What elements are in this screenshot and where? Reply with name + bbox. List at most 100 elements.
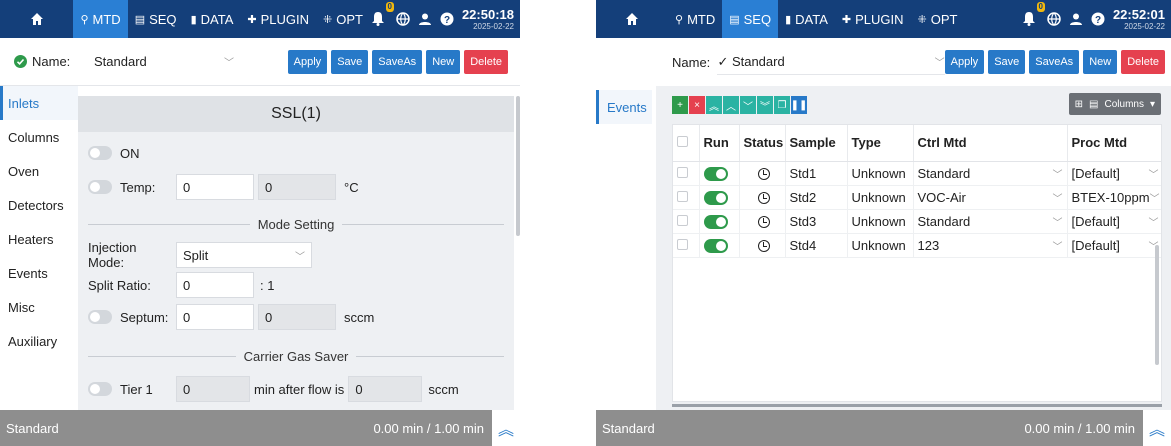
- sidenav-item-inlets[interactable]: Inlets: [0, 86, 78, 120]
- notification-button[interactable]: 0: [1021, 2, 1045, 28]
- notification-badge: 0: [385, 2, 394, 12]
- septum-setpoint-input[interactable]: 0: [176, 304, 254, 330]
- tier1-toggle[interactable]: [88, 382, 112, 396]
- tab-opt[interactable]: ⁜ OPT: [911, 0, 965, 38]
- user-icon[interactable]: [418, 12, 432, 26]
- saveas-button[interactable]: SaveAs: [372, 49, 423, 74]
- row-checkbox[interactable]: [677, 190, 688, 202]
- run-toggle[interactable]: [703, 214, 728, 229]
- ctrl-mtd-select[interactable]: 123 ﹀: [913, 233, 1068, 258]
- copy-row-button[interactable]: ❐: [774, 96, 790, 114]
- apply-button[interactable]: Apply: [287, 49, 328, 74]
- type-cell[interactable]: Unknown: [847, 233, 914, 258]
- sidenav-item-columns[interactable]: Columns: [0, 120, 78, 154]
- table-horizontal-scrollbar[interactable]: [672, 404, 1162, 407]
- move-bottom-button[interactable]: ︾: [757, 96, 773, 114]
- method-actions: Apply Save SaveAs New Delete: [287, 49, 508, 74]
- help-icon[interactable]: ?: [1091, 12, 1105, 26]
- sample-cell[interactable]: Std2: [785, 185, 848, 210]
- split-ratio-input[interactable]: 0: [176, 272, 254, 298]
- table-row[interactable]: Std1 Unknown Standard ﹀ [Default] ﹀: [673, 161, 1161, 186]
- delete-row-button[interactable]: ×: [689, 96, 705, 114]
- ctrl-mtd-select[interactable]: VOC-Air ﹀: [913, 185, 1068, 210]
- sample-cell[interactable]: Std4: [785, 233, 848, 258]
- proc-mtd-select[interactable]: BTEX-10ppm ﹀: [1067, 185, 1161, 210]
- sidenav-item-events[interactable]: Events: [0, 256, 78, 290]
- type-cell[interactable]: Unknown: [847, 185, 914, 210]
- proc-mtd-select[interactable]: [Default] ﹀: [1067, 161, 1161, 186]
- ctrl-mtd-select[interactable]: Standard ﹀: [913, 161, 1068, 186]
- new-button[interactable]: New: [1083, 50, 1118, 74]
- tab-seq[interactable]: ▤ SEQ: [128, 0, 184, 38]
- tab-data[interactable]: ▮ DATA: [184, 0, 241, 38]
- on-toggle[interactable]: [88, 146, 112, 160]
- check-circle-icon: [14, 55, 27, 68]
- sidenav-item-heaters[interactable]: Heaters: [0, 222, 78, 256]
- tab-seq[interactable]: ▤ SEQ: [722, 0, 779, 38]
- proc-mtd-select[interactable]: [Default] ﹀: [1067, 233, 1161, 258]
- method-name-select[interactable]: Standard ﹀: [94, 49, 234, 75]
- sample-cell[interactable]: Std3: [785, 209, 848, 234]
- type-cell[interactable]: Unknown: [847, 209, 914, 234]
- select-all-checkbox[interactable]: [673, 125, 700, 162]
- tab-data[interactable]: ▮ DATA: [778, 0, 835, 38]
- expand-up-button[interactable]: ︽: [492, 410, 520, 446]
- add-row-button[interactable]: +: [672, 96, 688, 114]
- globe-icon[interactable]: [396, 12, 410, 26]
- tab-opt[interactable]: ⁜ OPT: [316, 0, 370, 38]
- home-button[interactable]: [596, 0, 668, 38]
- tab-mtd[interactable]: ⚲ MTD: [668, 0, 722, 38]
- septum-toggle[interactable]: [88, 310, 112, 324]
- chevron-down-icon: ﹀: [1148, 217, 1159, 229]
- sidenav-item-misc[interactable]: Misc: [0, 290, 78, 324]
- move-up-button[interactable]: ︿: [723, 96, 739, 114]
- sidenav-item-oven[interactable]: Oven: [0, 154, 78, 188]
- run-toggle[interactable]: [703, 166, 728, 181]
- injection-mode-select[interactable]: Split ﹀: [176, 242, 312, 268]
- pause-button[interactable]: ❚❚: [791, 96, 807, 114]
- move-down-button[interactable]: ﹀: [740, 96, 756, 114]
- temp-toggle[interactable]: [88, 180, 112, 194]
- ctrl-mtd-select[interactable]: Standard ﹀: [913, 209, 1068, 234]
- proc-mtd-select[interactable]: [Default] ﹀: [1067, 209, 1161, 234]
- save-button[interactable]: Save: [331, 49, 369, 74]
- table-row[interactable]: Std2 Unknown VOC-Air ﹀ BTEX-10ppm ﹀: [673, 185, 1161, 210]
- save-button[interactable]: Save: [988, 50, 1026, 74]
- tab-plugin[interactable]: ✚ PLUGIN: [240, 0, 316, 38]
- tab-plugin[interactable]: ✚ PLUGIN: [835, 0, 911, 38]
- help-icon[interactable]: ?: [440, 12, 454, 26]
- move-top-button[interactable]: ︽: [706, 96, 722, 114]
- sidenav-item-auxiliary[interactable]: Auxiliary: [0, 324, 78, 358]
- expand-up-button[interactable]: ︽: [1143, 410, 1171, 446]
- sequence-name-select[interactable]: ✓ Standard ﹀: [717, 49, 945, 75]
- row-checkbox[interactable]: [677, 238, 688, 250]
- new-button[interactable]: New: [426, 49, 461, 74]
- table-row[interactable]: Std4 Unknown 123 ﹀ [Default] ﹀: [673, 233, 1161, 258]
- row-checkbox[interactable]: [677, 214, 688, 226]
- sample-cell[interactable]: Std1: [785, 161, 848, 186]
- table-row[interactable]: Std3 Unknown Standard ﹀ [Default] ﹀: [673, 209, 1161, 234]
- type-cell[interactable]: Unknown: [847, 161, 914, 186]
- chevron-down-icon: ﹀: [1052, 169, 1063, 181]
- globe-icon[interactable]: [1047, 12, 1061, 26]
- user-icon[interactable]: [1069, 12, 1083, 26]
- panel-scrollbar[interactable]: [516, 96, 520, 236]
- row-checkbox[interactable]: [677, 166, 688, 178]
- columns-button[interactable]: ⊞ ▤ Columns ▾: [1068, 93, 1161, 115]
- temp-setpoint-input[interactable]: 0: [176, 174, 254, 200]
- run-toggle[interactable]: [703, 238, 728, 253]
- run-toggle[interactable]: [703, 190, 728, 205]
- status-bar: Standard 0.00 min / 1.00 min ︽: [0, 410, 520, 446]
- apply-button[interactable]: Apply: [944, 50, 985, 74]
- sequence-screen: ⚲ MTD ▤ SEQ ▮ DATA ✚ PLUGIN ⁜ OPT 0 ? 22:52:0…: [596, 0, 1171, 446]
- method-screen: ⚲ MTD ▤ SEQ ▮ DATA ✚ PLUGIN ⁜ OPT 0 ? 22:50:1…: [0, 0, 520, 446]
- saveas-button[interactable]: SaveAs: [1029, 50, 1080, 74]
- tab-events[interactable]: Events: [596, 90, 652, 124]
- sidenav-item-detectors[interactable]: Detectors: [0, 188, 78, 222]
- notification-button[interactable]: 0: [370, 2, 394, 28]
- delete-button[interactable]: Delete: [1121, 50, 1165, 74]
- home-button[interactable]: [0, 0, 73, 38]
- tab-mtd[interactable]: ⚲ MTD: [73, 0, 128, 38]
- table-vertical-scrollbar[interactable]: [1155, 245, 1159, 365]
- delete-button[interactable]: Delete: [464, 49, 508, 74]
